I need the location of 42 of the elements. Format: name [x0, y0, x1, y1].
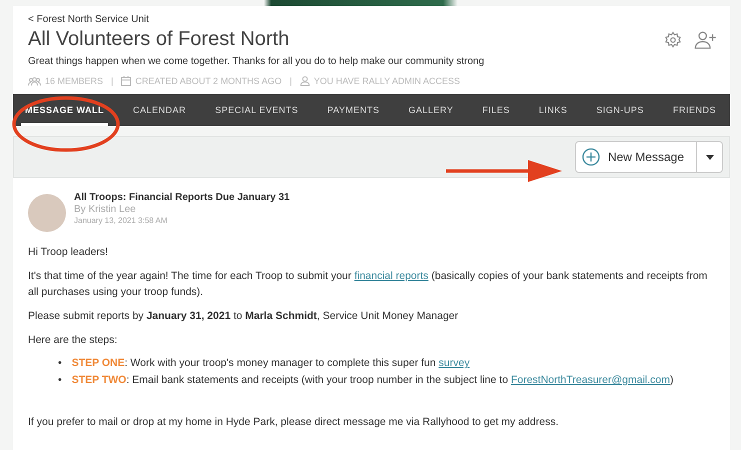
new-message-button[interactable]: New Message — [574, 141, 697, 173]
message-author: By Kristin Lee — [74, 204, 137, 215]
settings-icon[interactable] — [664, 30, 682, 48]
nav-tab[interactable]: SPECIAL EVENTS — [211, 94, 302, 126]
meta-text: CREATED ABOUT 2 MONTHS AGO — [135, 76, 282, 86]
message-paragraph: Please submit reports by January 31, 2021 to Marla Schmidt, Service Unit Money Manager — [28, 309, 460, 324]
nav-tab[interactable]: SIGN-UPS — [592, 94, 648, 126]
nav-tab[interactable]: GALLERY — [404, 94, 458, 126]
step-item: STEP ONE: Work with your troop's money manager to complete this super fun survey — [72, 356, 470, 371]
plus-circle-icon — [582, 148, 600, 166]
avatar-placeholder — [28, 194, 66, 232]
meta-text: 16 MEMBERS — [45, 76, 104, 86]
bullet: • — [58, 356, 62, 371]
back-link[interactable]: < Forest North Service Unit — [28, 14, 730, 25]
separator: | — [111, 76, 114, 86]
text-link[interactable]: financial reports — [354, 270, 428, 282]
nav-tab[interactable]: MESSAGE WALL — [21, 94, 108, 126]
message-title: All Troops: Financial Reports Due January 31 — [74, 192, 290, 203]
message-paragraph: Here are the steps: — [28, 333, 118, 348]
caret-icon — [706, 154, 714, 160]
nav-tab[interactable]: PAYMENTS — [323, 94, 384, 126]
group-title: All Volunteers of Forest North — [28, 28, 290, 51]
group-tagline: Great things happen when we come together. Thanks for all you do to help make our community strong — [28, 56, 486, 67]
people-icon — [28, 76, 41, 86]
nav-tab[interactable]: FRIENDS — [668, 94, 720, 126]
message-paragraph: If you prefer to mail or drop at my home in Hyde Park, please direct message me via Rallyhood to get my address. — [28, 415, 560, 430]
add-person-icon[interactable] — [694, 30, 718, 48]
person-icon — [300, 76, 310, 86]
nav-tab[interactable]: FILES — [478, 94, 514, 126]
meta-text: YOU HAVE RALLY ADMIN ACCESS — [314, 76, 460, 86]
calendar-icon — [121, 76, 132, 86]
dropdown-button[interactable] — [697, 141, 723, 173]
message-paragraph: Hi Troop leaders! — [28, 245, 109, 260]
bullet: • — [58, 373, 62, 388]
text-link[interactable]: ForestNorthTreasurer@gmail.com — [510, 374, 670, 386]
nav-tab[interactable]: CALENDAR — [129, 94, 190, 126]
text-link[interactable]: survey — [438, 357, 470, 369]
separator: | — [290, 76, 292, 86]
nav-tab[interactable]: LINKS — [534, 94, 572, 126]
message-paragraph: It's that time of the year again! The time for each Troop to submit your financial reports (basically copies of your bank statements and receipts from all purchases using your troop funds). — [28, 269, 708, 300]
message-date: January 13, 2021 3:58 AM — [74, 216, 168, 225]
step-item: STEP TWO: Email bank statements and receipts (with your troop number in the subject line to ForestNorthTreasurer@gmail.com) — [72, 373, 674, 388]
